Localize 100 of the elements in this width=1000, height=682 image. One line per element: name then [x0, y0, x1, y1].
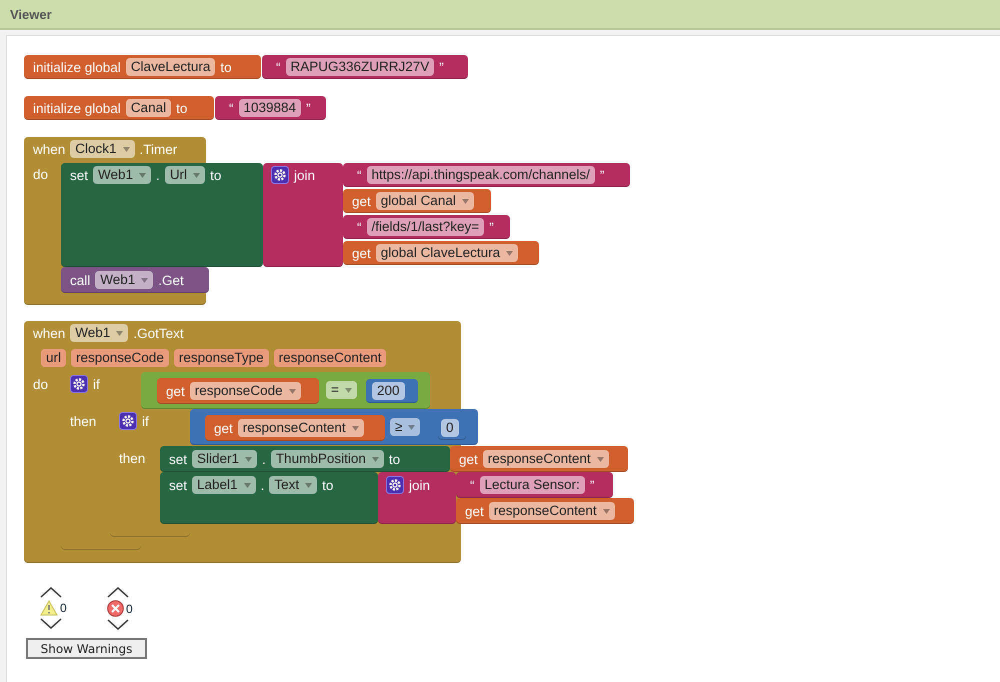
if-block[interactable]: if then = get responseCode 200 if then ≥ get responseContent 0 set Slider1 . ThumbPosition to get responseContent set Label1 . Text to join “ Lectura Sensor: ” get responseContent — [61, 372, 634, 550]
block-label: get — [352, 194, 371, 208]
block-label: to — [176, 100, 188, 116]
gear-icon[interactable] — [70, 375, 88, 393]
dropdown-field[interactable]: global ClaveLectura — [376, 244, 518, 262]
value-field[interactable]: 200 — [372, 382, 405, 400]
block-label: set — [169, 478, 188, 492]
caret-icon — [141, 278, 148, 282]
block-label: “ — [357, 220, 362, 234]
caret-icon — [596, 456, 604, 462]
dropdown-field[interactable]: Label1 — [192, 476, 256, 494]
block-label: “ — [470, 478, 474, 492]
gear-icon[interactable] — [119, 412, 137, 430]
block-label: to — [210, 168, 222, 182]
block-label: call — [70, 272, 90, 288]
block-label: get — [352, 246, 371, 260]
dropdown-field[interactable]: global Canal — [376, 192, 474, 210]
dropdown-field[interactable]: Text — [269, 476, 318, 494]
dropdown-field[interactable]: Slider1 — [192, 450, 258, 468]
block-label: .GotText — [133, 326, 184, 340]
value-field[interactable]: Canal — [126, 99, 172, 117]
dropdown-field[interactable]: Clock1 — [70, 140, 135, 158]
block-label: set — [169, 452, 188, 466]
block-label: initialize global — [33, 100, 121, 116]
block-label: . — [262, 452, 266, 466]
value-field[interactable]: 0 — [441, 419, 459, 437]
block-label: do — [33, 376, 48, 392]
set-property-block[interactable]: set Label1 . Text to join “ Lectura Sensor: ” get responseContent — [160, 472, 634, 524]
show-warnings-button[interactable]: Show Warnings — [26, 638, 147, 659]
event-handler-block[interactable]: when Clock1 .Timer do set Web1 . Url to join “ https://api.thingspeak.com/channels/ ” get global Canal “ /fields/1/last?key= ” get global ClaveLectura call Web1 .Get — [24, 137, 630, 305]
dropdown-field[interactable]: ThumbPosition — [270, 450, 384, 468]
parameter-name[interactable]: responseContent — [274, 349, 386, 367]
caret-icon — [122, 146, 130, 152]
block-label: when — [33, 142, 66, 156]
dropdown-field[interactable]: Web1 — [93, 166, 152, 184]
block-label: if — [142, 414, 149, 428]
get-variable-block[interactable]: get responseContent — [205, 415, 385, 441]
join-block[interactable]: join “ https://api.thingspeak.com/channels/ ” get global Canal “ /fields/1/last?key= ” get global ClaveLectura — [263, 163, 630, 267]
dropdown-field[interactable]: responseContent — [488, 502, 615, 520]
block-label: get — [459, 452, 478, 466]
block-label: join — [294, 168, 316, 182]
block-label: “ — [276, 60, 280, 74]
get-variable-block[interactable]: get global ClaveLectura — [343, 241, 539, 265]
dropdown-field[interactable]: Web1 — [70, 324, 128, 342]
dropdown-field[interactable]: Web1 — [95, 271, 154, 289]
get-variable-block[interactable]: get global Canal — [343, 189, 491, 213]
panel-title: Viewer — [10, 6, 52, 22]
block-label: if — [93, 376, 100, 392]
if-block[interactable]: if then ≥ get responseContent 0 set Slider1 . ThumbPosition to get responseContent set Label1 . Text to join “ Lectura Sensor: ” get responseContent — [110, 409, 634, 537]
set-property-block[interactable]: set Web1 . Url to join “ https://api.thingspeak.com/channels/ ” get global Canal “ /fields/1/last?key= ” get global ClaveLectura — [61, 163, 630, 267]
block-label: do — [33, 166, 48, 182]
caret-icon — [506, 250, 514, 256]
caret-icon — [139, 172, 146, 178]
block-label: to — [322, 478, 334, 492]
value-field[interactable]: RAPUG336ZURRJ27V — [286, 58, 434, 76]
dropdown-field[interactable]: responseContent — [482, 450, 609, 468]
get-variable-block[interactable]: get responseCode — [157, 378, 319, 404]
parameter-name[interactable]: responseCode — [71, 349, 169, 367]
caret-icon — [245, 456, 252, 462]
number-block[interactable]: 0 — [438, 416, 466, 440]
caret-icon — [244, 482, 251, 488]
dropdown-field[interactable]: responseCode — [190, 382, 301, 400]
block-label: ” — [439, 60, 444, 74]
block-label: join — [409, 478, 430, 492]
caret-icon — [344, 388, 352, 392]
gear-icon[interactable] — [271, 166, 289, 184]
parameter-name[interactable]: responseType — [174, 349, 269, 367]
join-block[interactable]: join “ Lectura Sensor: ” get responseContent — [378, 472, 634, 524]
dropdown-field[interactable]: responseContent — [238, 419, 364, 437]
caret-icon — [372, 456, 379, 462]
value-field[interactable]: https://api.thingspeak.com/channels/ — [366, 166, 595, 184]
block-label: . — [156, 168, 160, 182]
number-block[interactable]: 200 — [366, 379, 418, 403]
text-block[interactable]: “ RAPUG336ZURRJ27V ” — [262, 55, 468, 79]
block-label: set — [70, 168, 88, 182]
caret-icon — [288, 388, 296, 394]
get-variable-block[interactable]: get responseContent — [450, 446, 628, 472]
dropdown-field[interactable]: Url — [164, 166, 206, 184]
caret-icon — [462, 198, 469, 204]
value-field[interactable]: ClaveLectura — [126, 58, 216, 76]
get-variable-block[interactable]: get responseContent — [456, 498, 634, 524]
block-label: .Get — [158, 272, 184, 288]
caret-icon — [193, 172, 200, 178]
dropdown-field[interactable]: ≥ — [390, 418, 420, 436]
parameter-name[interactable]: url — [41, 349, 66, 367]
dropdown-field[interactable]: = — [326, 381, 357, 399]
value-field[interactable]: Lectura Sensor: — [480, 476, 585, 494]
warning-count: 0 — [60, 601, 67, 615]
text-block[interactable]: “ Lectura Sensor: ” — [456, 472, 613, 498]
text-block[interactable]: “ /fields/1/last?key= ” — [343, 215, 510, 239]
value-field[interactable]: 1039884 — [238, 99, 302, 117]
value-field[interactable]: /fields/1/last?key= — [366, 218, 484, 236]
compare-block[interactable]: = get responseCode 200 — [141, 372, 430, 409]
text-block[interactable]: “ https://api.thingspeak.com/channels/ ” — [343, 163, 630, 187]
call-method-block[interactable]: call Web1 .Get — [61, 267, 209, 293]
block-label: . — [260, 478, 264, 492]
compare-block[interactable]: ≥ get responseContent 0 — [190, 409, 478, 445]
gear-icon[interactable] — [386, 476, 404, 494]
error-count: 0 — [126, 602, 133, 616]
text-block[interactable]: “ 1039884 ” — [215, 96, 326, 120]
